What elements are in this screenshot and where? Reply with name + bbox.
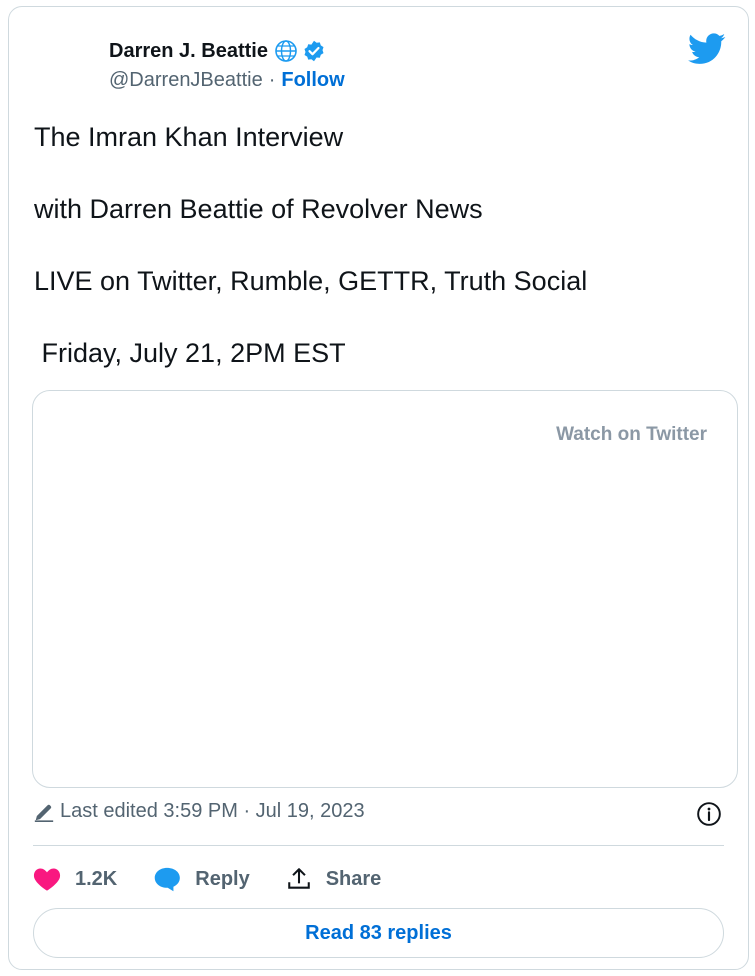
author-block: Darren J. Beattie @DarrenJBeattie · Foll… [109, 37, 345, 92]
verified-badge-icon [304, 40, 324, 62]
read-replies-button[interactable]: Read 83 replies [33, 908, 724, 958]
edited-row: Last edited 3:59 PM · Jul 19, 2023 [33, 800, 365, 823]
share-button[interactable]: Share [286, 866, 382, 892]
handle-separator: · [268, 69, 276, 91]
reply-label: Reply [195, 867, 250, 890]
media-top-edge [93, 390, 283, 391]
media-bottom-edge [488, 787, 678, 788]
tweet-line-2: with Darren Beattie of Revolver News [34, 194, 483, 224]
globe-icon [275, 40, 297, 62]
reply-bubble-icon [155, 867, 181, 892]
read-replies-label: Read 83 replies [305, 921, 452, 944]
edited-timestamp[interactable]: Last edited 3:59 PM · Jul 19, 2023 [60, 800, 365, 823]
follow-button[interactable]: Follow [281, 69, 344, 92]
tweet-line-4: Friday, July 21, 2PM EST [34, 338, 346, 368]
author-name-row: Darren J. Beattie [109, 37, 345, 65]
like-button[interactable]: 1.2K [33, 866, 117, 892]
pencil-icon [34, 804, 54, 822]
share-label: Share [325, 867, 382, 890]
tweet-line-3: LIVE on Twitter, Rumble, GETTR, Truth So… [34, 266, 588, 296]
tweet-line-1: The Imran Khan Interview [34, 122, 344, 152]
heart-icon [33, 868, 61, 891]
watch-on-twitter-link[interactable]: Watch on Twitter [556, 424, 707, 446]
share-icon [287, 868, 310, 889]
divider [33, 845, 724, 846]
likes-count: 1.2K [75, 867, 118, 890]
action-bar: 1.2K Reply Share [33, 861, 417, 897]
media-player[interactable]: Watch on Twitter [32, 390, 738, 788]
author-name[interactable]: Darren J. Beattie [109, 40, 268, 63]
tweet-embed-card: Darren J. Beattie @DarrenJBeattie · Foll… [8, 6, 749, 970]
twitter-bird-icon[interactable] [688, 33, 726, 65]
info-icon[interactable] [696, 801, 722, 827]
reply-button[interactable]: Reply [153, 866, 250, 892]
author-handle[interactable]: @DarrenJBeattie [109, 69, 263, 92]
author-handle-row: @DarrenJBeattie · Follow [109, 69, 345, 92]
